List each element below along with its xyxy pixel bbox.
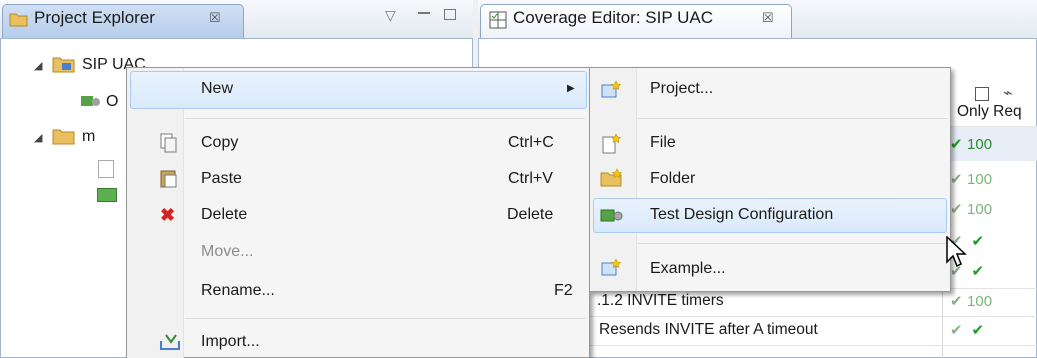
coverage-editor-tab-label: Coverage Editor: SIP UAC [513, 8, 713, 27]
paste-icon [160, 168, 178, 193]
new-project-icon [601, 80, 623, 105]
maximize-icon[interactable] [444, 9, 456, 20]
coverage-editor-icon [489, 11, 507, 34]
collapse-all-icon[interactable] [975, 87, 989, 101]
table-row-label[interactable]: .1.2 INVITE timers [597, 292, 724, 310]
submenu-item-folder[interactable]: Folder [650, 170, 695, 188]
shortcut-copy: Ctrl+C [508, 134, 554, 151]
close-icon[interactable]: ☒ [209, 10, 221, 26]
new-folder-icon [600, 168, 624, 193]
shortcut-delete: Delete [507, 206, 554, 223]
menu-item-delete[interactable]: Delete [201, 206, 247, 224]
menu-item-copy[interactable]: Copy [201, 134, 238, 152]
menu-item-new-label: New [201, 80, 234, 97]
test-design-icon [97, 188, 117, 202]
import-icon [160, 333, 182, 356]
expand-arrow-icon[interactable]: ◢ [34, 131, 42, 144]
new-example-icon [601, 258, 623, 283]
menu-separator [185, 318, 585, 319]
view-menu-icon[interactable]: ▽ [385, 7, 396, 24]
delete-icon: ✖ [160, 205, 176, 225]
coverage-value: ✔ 100 [950, 201, 993, 218]
test-design-config-icon [600, 207, 624, 230]
menu-item-import[interactable]: Import... [201, 333, 260, 351]
context-menu-icon-gutter [127, 68, 184, 358]
minimize-icon[interactable] [418, 12, 430, 17]
folder-icon [9, 10, 29, 33]
coverage-value: ✔ 100 [950, 136, 993, 153]
expand-arrow-icon[interactable]: ◢ [34, 59, 42, 72]
menu-separator [638, 118, 948, 119]
shortcut-rename: F2 [554, 282, 573, 299]
coverage-value: ✔ 100 [950, 293, 993, 310]
folder-icon [52, 126, 76, 151]
submenu-item-project[interactable]: Project... [650, 80, 713, 98]
tree-item-o[interactable]: O [106, 93, 118, 111]
mouse-cursor-icon [946, 235, 968, 275]
table-row-label[interactable]: Resends INVITE after A timeout [599, 321, 818, 339]
row-divider [590, 345, 1037, 346]
submenu-item-test-design-configuration[interactable]: Test Design Configuration [650, 206, 833, 224]
menu-item-move: Move... [201, 243, 254, 260]
menu-item-rename[interactable]: Rename... [201, 282, 275, 300]
menu-separator [638, 243, 948, 244]
row-divider [590, 316, 1037, 317]
submenu-item-example[interactable]: Example... [650, 260, 726, 278]
menu-separator [185, 118, 585, 119]
shortcut-paste: Ctrl+V [508, 170, 553, 187]
tree-item-m[interactable]: m [82, 128, 95, 146]
coverage-value: ✔ 100 [950, 171, 993, 188]
copy-icon [160, 133, 178, 158]
new-file-icon [601, 133, 623, 160]
column-header-only-req: Only Req [957, 103, 1022, 120]
new-submenu [589, 67, 951, 292]
menu-item-new[interactable] [130, 71, 587, 109]
link-icon[interactable]: ⌁ [1003, 83, 1013, 103]
project-icon [52, 54, 76, 79]
close-icon[interactable]: ☒ [762, 10, 774, 26]
submenu-arrow-icon: ▶ [567, 83, 575, 94]
coverage-check: ✔ ✔ [950, 322, 985, 339]
test-design-icon [80, 92, 102, 115]
project-explorer-tab-label: Project Explorer [34, 8, 155, 27]
file-icon [98, 160, 114, 178]
menu-item-paste[interactable]: Paste [201, 170, 242, 188]
submenu-item-file[interactable]: File [650, 134, 676, 152]
